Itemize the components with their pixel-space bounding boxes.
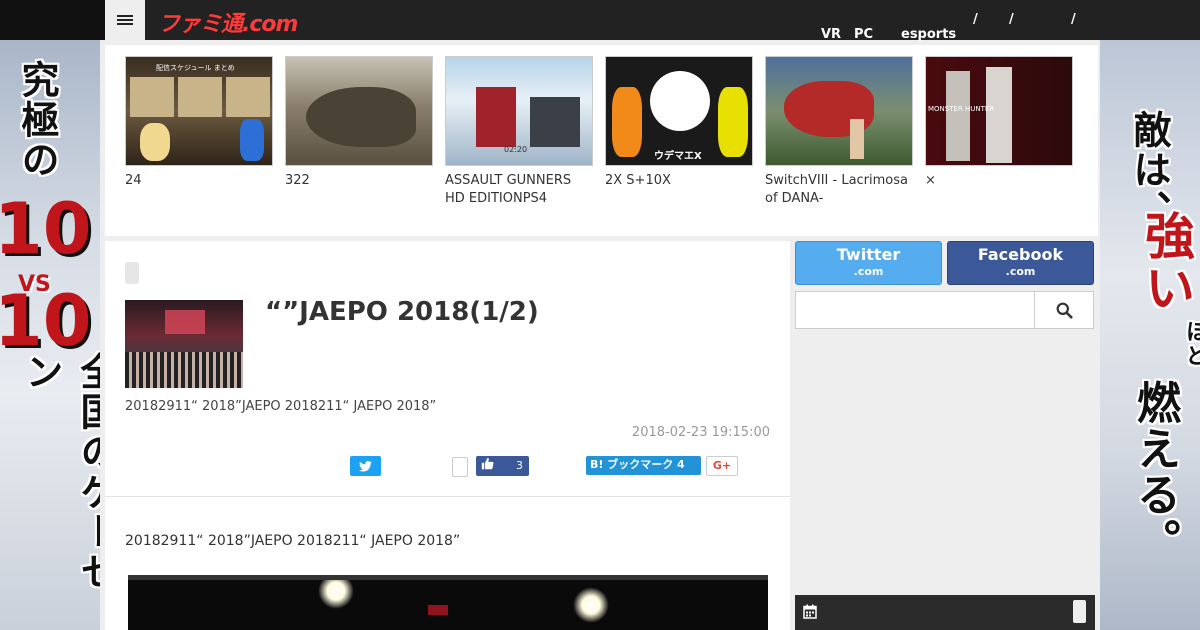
left-advertisement[interactable]: 究極の 10 VS 10 全国のゲーセン: [0, 40, 100, 630]
right-advertisement[interactable]: 敵は、 強い ほど 燃える。: [1100, 40, 1200, 630]
search-icon: [1056, 302, 1073, 319]
carousel-thumb: [285, 56, 433, 166]
share-count-bubble: [452, 457, 468, 477]
google-plus-button[interactable]: G+: [706, 456, 738, 476]
nav-vr[interactable]: VR: [821, 27, 841, 42]
facebook-follow-button[interactable]: Facebook .com: [947, 241, 1094, 285]
carousel-thumb: MONSTER HUNTER: [925, 56, 1073, 166]
nav-separator-2[interactable]: /: [1009, 12, 1014, 27]
ad-right-line2: 強い: [1137, 210, 1195, 314]
twitter-share-button[interactable]: [350, 456, 381, 476]
twitter-button-sub: .com: [853, 265, 884, 278]
twitter-button-label: Twitter: [836, 245, 901, 264]
article-divider: [105, 496, 790, 497]
ad-left-line1: 究極の: [15, 60, 59, 180]
category-tag[interactable]: [125, 262, 139, 284]
ad-right-line4: 燃える。: [1129, 380, 1180, 564]
hamburger-icon: [117, 13, 133, 27]
search-input[interactable]: [795, 291, 1035, 329]
search-button[interactable]: [1035, 291, 1094, 329]
ad-left-line4: 10: [0, 280, 92, 362]
carousel-thumb: [765, 56, 913, 166]
ad-left-line5: 全国のゲーセン: [19, 352, 100, 592]
carousel-item[interactable]: 配信スケジュール まとめ 24: [125, 56, 273, 190]
hatena-label: B! ブックマーク 4: [590, 458, 685, 471]
thumb-text: ウデマエX: [654, 151, 702, 162]
article-date: 2018-02-23 19:15:00: [631, 425, 770, 440]
carousel-item[interactable]: 322: [285, 56, 433, 190]
carousel-caption: 322: [285, 173, 310, 188]
nav-pc[interactable]: PC: [854, 27, 873, 42]
hatena-bookmark-button[interactable]: B! ブックマーク 4: [586, 456, 701, 475]
article-body-paragraph: 20182911“ 2018”JAEPO 2018211“ JAEPO 2018…: [125, 533, 461, 549]
calendar-icon: [803, 604, 817, 619]
carousel-item[interactable]: 02:20 ASSAULT GUNNERS HD EDITIONPS4: [445, 56, 593, 208]
facebook-like-button[interactable]: 3: [476, 456, 529, 476]
calendar-toggle-handle[interactable]: [1073, 600, 1086, 623]
carousel-caption: ASSAULT GUNNERS HD EDITIONPS4: [445, 173, 572, 206]
nav-separator-3[interactable]: /: [1071, 12, 1076, 27]
facebook-button-sub: .com: [1005, 265, 1036, 278]
nav-esports[interactable]: esports: [901, 27, 956, 42]
hamburger-menu-button[interactable]: [105, 0, 145, 40]
thumb-text: MONSTER HUNTER: [928, 105, 995, 113]
nav-separator-1[interactable]: /: [973, 12, 978, 27]
carousel-thumb: 配信スケジュール まとめ: [125, 56, 273, 166]
like-count: 3: [516, 459, 523, 472]
site-logo[interactable]: ファミ通.com: [158, 6, 298, 38]
header-left-filler: [0, 0, 105, 40]
article-photo: [128, 575, 768, 630]
twitter-follow-button[interactable]: Twitter .com: [795, 241, 942, 285]
carousel-thumb: ウデマエX: [605, 56, 753, 166]
google-plus-label: G+: [712, 459, 732, 472]
article-lead: 20182911“ 2018”JAEPO 2018211“ JAEPO 2018…: [125, 399, 437, 414]
carousel-caption: 24: [125, 173, 142, 188]
article-title: “”JAEPO 2018(1/2): [265, 297, 539, 327]
carousel-item[interactable]: MONSTER HUNTER ×: [925, 56, 1073, 190]
carousel-caption: 2X S+10X: [605, 173, 671, 188]
carousel-caption: ×: [925, 173, 936, 188]
calendar-bar[interactable]: [795, 595, 1095, 630]
carousel-caption: SwitchVIII - Lacrimosa of DANA-: [765, 173, 908, 206]
carousel-thumb: 02:20: [445, 56, 593, 166]
facebook-button-label: Facebook: [977, 245, 1064, 264]
thumb-text: 02:20: [504, 145, 528, 154]
ad-left-line2: 10: [0, 188, 92, 270]
thumbs-up-icon: [481, 457, 494, 477]
ad-right-line3: ほど: [1182, 320, 1200, 368]
carousel-item[interactable]: ウデマエX 2X S+10X: [605, 56, 753, 190]
twitter-icon: [359, 461, 372, 472]
thumb-text: 配信スケジュール まとめ: [156, 64, 235, 72]
carousel-item[interactable]: SwitchVIII - Lacrimosa of DANA-: [765, 56, 913, 208]
featured-carousel: 配信スケジュール まとめ 24 322 02:20 ASSAULT GUNNER…: [105, 45, 1098, 236]
article-thumbnail: [125, 300, 243, 388]
